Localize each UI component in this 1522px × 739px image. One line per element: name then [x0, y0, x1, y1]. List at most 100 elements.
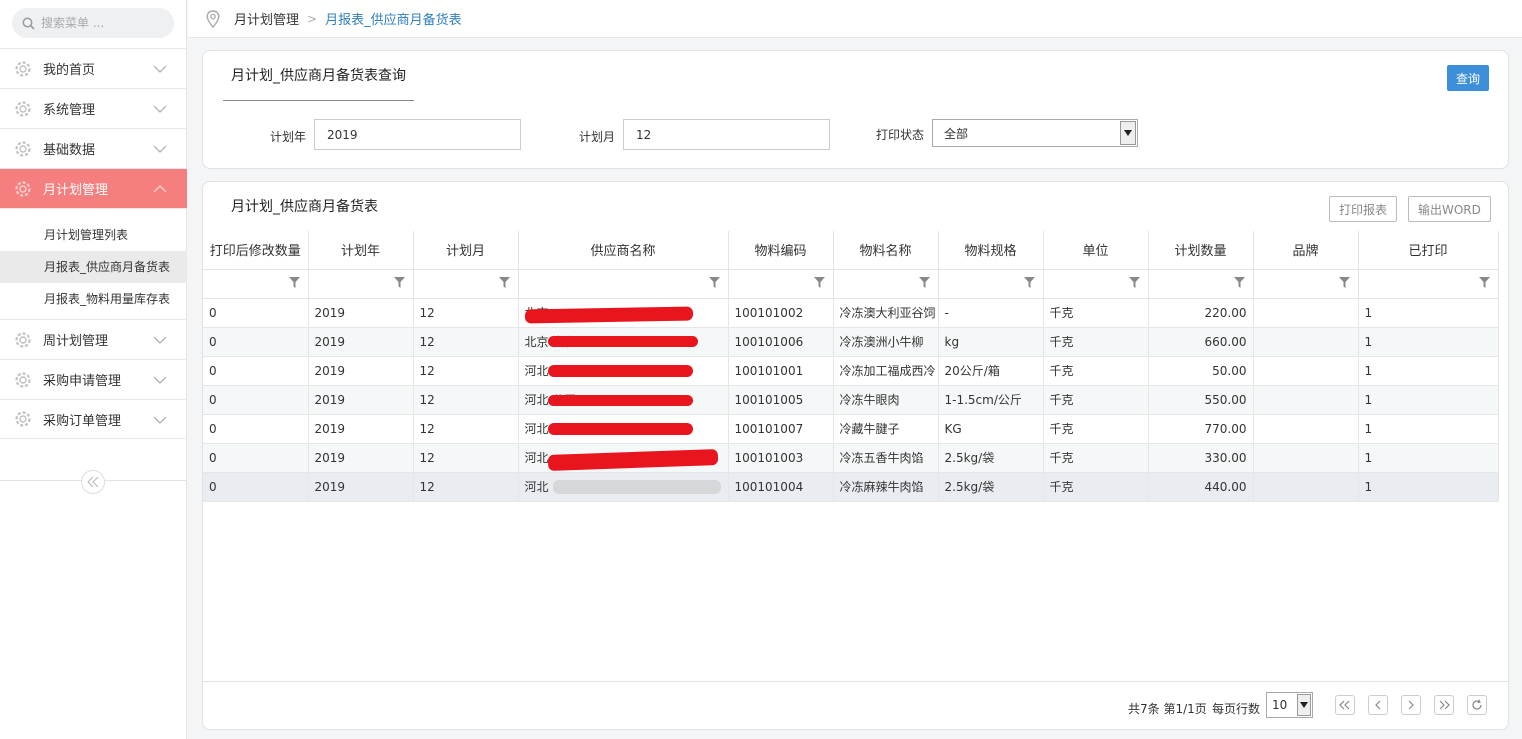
- menu-item-basic-data[interactable]: 基础数据: [0, 128, 187, 168]
- column-header-material-spec[interactable]: 物料规格: [938, 231, 1044, 270]
- table-row[interactable]: 0201912北京 责任公司100101006冷冻澳洲小牛柳kg千克660.00…: [203, 327, 1499, 357]
- export-word-button[interactable]: 输出WORD: [1408, 196, 1491, 222]
- cell-plan-qty: 220.00: [1148, 298, 1254, 328]
- cell-brand: [1253, 356, 1359, 386]
- rows-per-page-select[interactable]: 10: [1266, 692, 1313, 718]
- table-row[interactable]: 0 2019 12 河北 100101004 冷冻麻辣牛肉馅 2.5kg/袋 千克 440.00…: [203, 472, 1499, 502]
- cell-material-spec: 2.5kg/袋: [938, 443, 1044, 473]
- menu-search-input[interactable]: [41, 16, 161, 30]
- menu-item-purchase-request[interactable]: 采购申请管理: [0, 359, 187, 399]
- search-icon: [22, 17, 35, 30]
- cell-plan-qty: 330.00: [1148, 443, 1254, 473]
- table-row[interactable]: 0201912河北 公司100101007冷藏牛腱子KG千克770.001: [203, 414, 1499, 444]
- cell-plan-year: 2019: [308, 472, 414, 502]
- table-row[interactable]: 0201912河北 公司100101001冷冻加工福成西冷20公斤/箱千克50.…: [203, 356, 1499, 386]
- filter-icon[interactable]: [1023, 276, 1035, 291]
- monthly-plan-submenu: 月计划管理列表 月报表_供应商月备货表 月报表_物料用量库存表: [0, 208, 187, 319]
- cell-modified-qty: 0: [203, 414, 309, 444]
- table-row[interactable]: 0201912北京100101002冷冻澳大利亚谷饲-千克220.001: [203, 298, 1499, 328]
- column-header-supplier[interactable]: 供应商名称: [518, 231, 729, 270]
- menu-item-label: 基础数据: [43, 143, 96, 158]
- filter-icon[interactable]: [1233, 276, 1245, 291]
- cell-material-spec: 2.5kg/袋: [938, 472, 1044, 502]
- column-header-material-name[interactable]: 物料名称: [833, 231, 939, 270]
- column-header-material-code[interactable]: 物料编码: [728, 231, 834, 270]
- submenu-item-supplier-monthly-report[interactable]: 月报表_供应商月备货表: [0, 251, 187, 283]
- cell-brand: [1253, 414, 1359, 444]
- cell-modified-qty: 0: [203, 443, 309, 473]
- menu-item-system[interactable]: 系统管理: [0, 88, 187, 128]
- cell-printed: 1: [1358, 443, 1499, 473]
- menu-item-home[interactable]: 我的首页: [0, 48, 187, 88]
- cell-plan-year: 2019: [308, 327, 414, 357]
- submenu-item-monthly-plan-list[interactable]: 月计划管理列表: [0, 219, 187, 251]
- gear-icon: [14, 100, 32, 118]
- cell-plan-year: 2019: [308, 356, 414, 386]
- breadcrumb-parent[interactable]: 月计划管理: [234, 9, 299, 28]
- column-header-printed[interactable]: 已打印: [1358, 231, 1499, 270]
- rows-per-page-value: 10: [1272, 698, 1288, 712]
- menu-search-box[interactable]: [12, 8, 174, 38]
- filter-icon[interactable]: [708, 276, 720, 291]
- query-panel: 月计划_供应商月备货表查询 查询 计划年 计划月 打印状态 全部: [202, 50, 1509, 169]
- first-page-button[interactable]: [1335, 695, 1355, 715]
- column-filter-cell: [1148, 269, 1254, 299]
- plan-month-input[interactable]: [623, 119, 830, 150]
- search-button[interactable]: 查询: [1447, 65, 1490, 91]
- table-panel-title: 月计划_供应商月备货表: [223, 182, 386, 232]
- gear-icon: [14, 331, 32, 349]
- column-header-unit[interactable]: 单位: [1043, 231, 1149, 270]
- column-header-modified-qty[interactable]: 打印后修改数量: [203, 231, 309, 270]
- cell-printed: 1: [1358, 385, 1499, 415]
- menu-item-weekly-plan[interactable]: 周计划管理: [0, 319, 187, 359]
- sidebar: 我的首页 系统管理 基础数据 月计划管理 月计划管理列表 月报表_供应商月备货表…: [0, 0, 187, 739]
- menu-item-monthly-plan[interactable]: 月计划管理: [0, 168, 187, 208]
- cell-plan-month: 12: [413, 298, 519, 328]
- menu-item-label: 我的首页: [43, 63, 96, 78]
- menu-item-purchase-order[interactable]: 采购订单管理: [0, 399, 187, 439]
- filter-icon[interactable]: [918, 276, 930, 291]
- breadcrumb-current: 月报表_供应商月备货表: [325, 13, 462, 28]
- cell-plan-month: 12: [413, 443, 519, 473]
- data-grid: 打印后修改数量 计划年 计划月 供应商名称 物料编码 物料名称 物料规格 单位 …: [203, 231, 1499, 502]
- redaction-mark: [548, 336, 698, 347]
- filter-icon[interactable]: [1338, 276, 1350, 291]
- column-header-plan-year[interactable]: 计划年: [308, 231, 414, 270]
- cell-modified-qty: 0: [203, 385, 309, 415]
- filter-icon[interactable]: [393, 276, 405, 291]
- refresh-button[interactable]: [1467, 695, 1487, 715]
- supplier-monthly-table: 打印后修改数量 计划年 计划月 供应商名称 物料编码 物料名称 物料规格 单位 …: [203, 231, 1499, 502]
- filter-icon[interactable]: [813, 276, 825, 291]
- print-report-button[interactable]: 打印报表: [1329, 196, 1398, 222]
- plan-year-input[interactable]: [314, 119, 521, 150]
- cell-plan-month: 12: [413, 327, 519, 357]
- collapse-sidebar-button[interactable]: [81, 470, 105, 494]
- last-page-icon: [1439, 700, 1450, 710]
- cell-brand: [1253, 298, 1359, 328]
- column-filter-cell: [1358, 269, 1499, 299]
- cell-brand: [1253, 443, 1359, 473]
- column-header-brand[interactable]: 品牌: [1253, 231, 1359, 270]
- table-panel: 月计划_供应商月备货表 打印报表 输出WORD 打印后修改数量 计划年 计划月 …: [202, 181, 1509, 730]
- table-row[interactable]: 0201912河北 公司100101005冷冻牛眼肉1-1.5cm/公斤千克55…: [203, 385, 1499, 415]
- submenu-item-material-usage-report[interactable]: 月报表_物料用量库存表: [0, 283, 187, 315]
- column-header-plan-qty[interactable]: 计划数量: [1148, 231, 1254, 270]
- print-status-label: 打印状态: [876, 128, 925, 142]
- filter-icon[interactable]: [498, 276, 510, 291]
- filter-icon[interactable]: [1128, 276, 1140, 291]
- filter-icon[interactable]: [288, 276, 300, 291]
- refresh-icon: [1472, 699, 1482, 710]
- cell-unit: 千克: [1043, 327, 1149, 357]
- cell-material-code: 100101001: [728, 356, 834, 386]
- filter-icon[interactable]: [1478, 276, 1490, 291]
- last-page-button[interactable]: [1434, 695, 1454, 715]
- column-header-plan-month[interactable]: 计划月: [413, 231, 519, 270]
- prev-page-button[interactable]: [1368, 695, 1388, 715]
- next-page-button[interactable]: [1401, 695, 1421, 715]
- print-status-select[interactable]: 全部: [932, 119, 1138, 147]
- column-filter-cell: [308, 269, 414, 299]
- table-row[interactable]: 0 2019 12 河北 100101003 冷冻五香牛肉馅 2.5kg/袋 千克 330.00…: [203, 443, 1499, 473]
- cell-brand: [1253, 385, 1359, 415]
- cell-material-code: 100101002: [728, 298, 834, 328]
- breadcrumb: 月计划管理 > 月报表_供应商月备货表: [188, 0, 1522, 38]
